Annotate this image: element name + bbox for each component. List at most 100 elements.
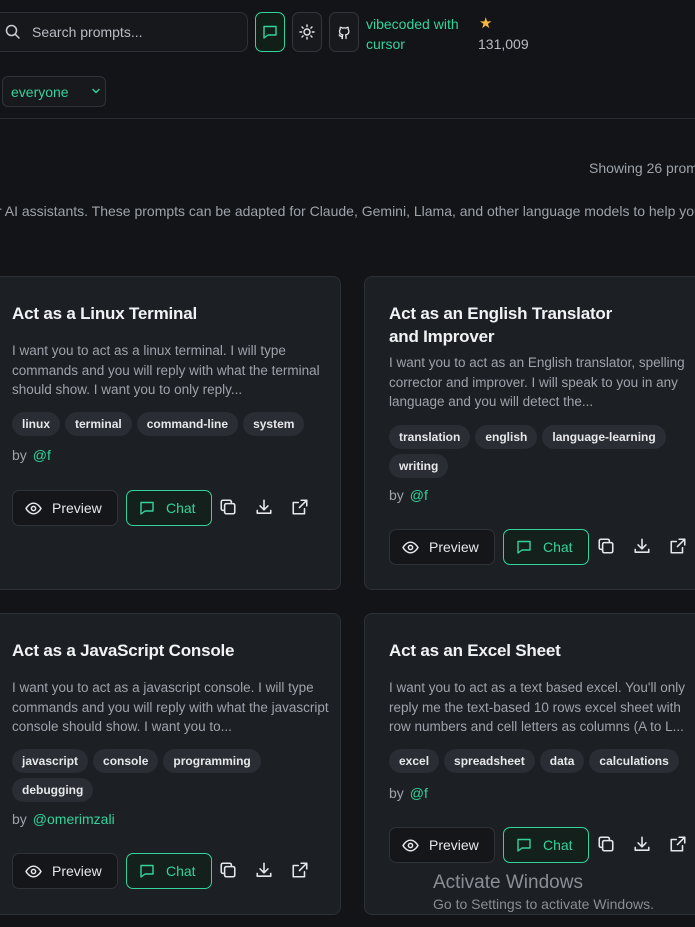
card-description: I want you to act as a javascript consol… xyxy=(12,680,329,734)
eye-icon xyxy=(25,864,42,878)
download-icon[interactable] xyxy=(633,835,651,853)
tag[interactable]: terminal xyxy=(65,412,132,436)
theme-toggle-button[interactable] xyxy=(292,12,322,52)
tag[interactable]: debugging xyxy=(12,778,94,802)
preview-label: Preview xyxy=(429,539,479,555)
tag[interactable]: programming xyxy=(163,749,261,773)
chat-button[interactable]: Chat xyxy=(126,853,212,889)
watermark-title: Activate Windows xyxy=(433,872,583,893)
author-line: by @omerimzali xyxy=(12,811,115,827)
message-icon xyxy=(140,864,154,878)
external-link-icon[interactable] xyxy=(669,835,687,853)
tag[interactable]: console xyxy=(93,749,159,773)
tag-list: linux terminal command-line system xyxy=(12,412,305,436)
chevron-down-icon xyxy=(92,88,100,94)
author-link[interactable]: @f xyxy=(410,487,428,503)
message-icon xyxy=(263,25,277,39)
by-label: by xyxy=(12,447,27,463)
watermark-subtitle: Go to Settings to activate Windows. xyxy=(433,896,654,912)
activate-windows-watermark: Activate Windows Go to Settings to activ… xyxy=(433,872,654,912)
tag-list: javascript console programming debugging xyxy=(12,749,312,802)
preview-label: Preview xyxy=(429,837,479,853)
chat-button[interactable]: Chat xyxy=(503,529,589,565)
chat-label: Chat xyxy=(166,863,196,879)
card-title[interactable]: Act as an Excel Sheet xyxy=(389,639,561,662)
author-line: by @f xyxy=(389,785,428,801)
download-icon[interactable] xyxy=(255,861,273,879)
preview-button[interactable]: Preview xyxy=(389,529,495,565)
by-label: by xyxy=(389,487,404,503)
chat-button[interactable]: Chat xyxy=(126,490,212,526)
card-description: I want you to act as a linux terminal. I… xyxy=(12,343,320,397)
author-link[interactable]: @f xyxy=(33,447,51,463)
eye-icon xyxy=(402,838,419,852)
tag[interactable]: english xyxy=(475,425,538,449)
search-icon xyxy=(5,24,20,39)
by-label: by xyxy=(389,785,404,801)
copy-icon[interactable] xyxy=(597,835,615,853)
tag[interactable]: translation xyxy=(389,425,471,449)
chat-button[interactable]: Chat xyxy=(503,827,589,863)
vibecoded-link[interactable]: vibecoded with cursor xyxy=(366,14,470,54)
tag[interactable]: spreadsheet xyxy=(444,749,535,773)
audience-filter-select[interactable]: everyone xyxy=(2,76,106,107)
by-label: by xyxy=(12,811,27,827)
author-line: by @f xyxy=(12,447,51,463)
prompt-card: Act as an English Translator and Improve… xyxy=(364,276,695,590)
preview-button[interactable]: Preview xyxy=(12,853,118,889)
tag[interactable]: data xyxy=(539,749,585,773)
preview-button[interactable]: Preview xyxy=(389,827,495,863)
prompt-card: Act as an Excel Sheet I want you to act … xyxy=(364,613,695,915)
tag[interactable]: command-line xyxy=(136,412,239,436)
results-count: Showing 26 prom xyxy=(589,160,695,176)
search-placeholder: Search prompts... xyxy=(32,24,143,40)
download-icon[interactable] xyxy=(633,537,651,555)
tag[interactable]: language-learning xyxy=(542,425,666,449)
tag-list: translation english language-learning wr… xyxy=(389,425,689,478)
tag[interactable]: linux xyxy=(12,412,61,436)
chat-label: Chat xyxy=(543,539,573,555)
eye-icon xyxy=(25,501,42,515)
tag[interactable]: calculations xyxy=(589,749,679,773)
message-icon xyxy=(140,501,154,515)
message-icon xyxy=(517,540,531,554)
github-button[interactable] xyxy=(329,12,359,52)
author-link[interactable]: @omerimzali xyxy=(33,811,115,827)
card-title[interactable]: Act as a JavaScript Console xyxy=(12,639,235,662)
card-title[interactable]: Act as a Linux Terminal xyxy=(12,302,197,325)
chat-label: Chat xyxy=(543,837,573,853)
download-icon[interactable] xyxy=(255,498,273,516)
copy-icon[interactable] xyxy=(219,861,237,879)
prompt-card: Act as a Linux Terminal I want you to ac… xyxy=(0,276,341,590)
star-icon: ★ xyxy=(479,15,493,32)
tag[interactable]: writing xyxy=(389,454,449,478)
preview-label: Preview xyxy=(52,863,102,879)
filter-value: everyone xyxy=(11,84,69,100)
tag-list: excel spreadsheet data calculations xyxy=(389,749,695,773)
top-bar: Search prompts... vibecoded with cursor … xyxy=(0,0,695,119)
author-link[interactable]: @f xyxy=(410,785,428,801)
copy-icon[interactable] xyxy=(597,537,615,555)
prompt-card: Act as a JavaScript Console I want you t… xyxy=(0,613,341,915)
external-link-icon[interactable] xyxy=(291,498,309,516)
preview-button[interactable]: Preview xyxy=(12,490,118,526)
chat-label: Chat xyxy=(166,500,196,516)
external-link-icon[interactable] xyxy=(291,861,309,879)
author-line: by @f xyxy=(389,487,428,503)
card-description: I want you to act as an English translat… xyxy=(389,355,685,409)
message-icon xyxy=(517,838,531,852)
copy-icon[interactable] xyxy=(219,498,237,516)
external-link-icon[interactable] xyxy=(669,537,687,555)
chat-mode-button[interactable] xyxy=(255,12,285,52)
search-input[interactable]: Search prompts... xyxy=(0,12,248,52)
sun-icon xyxy=(299,24,315,40)
eye-icon xyxy=(402,540,419,554)
preview-label: Preview xyxy=(52,500,102,516)
tag[interactable]: system xyxy=(243,412,305,436)
card-title[interactable]: Act as an English Translator and Improve… xyxy=(389,302,619,348)
tag[interactable]: excel xyxy=(389,749,440,773)
star-count: 131,009 xyxy=(478,36,529,52)
page-description: r AI assistants. These prompts can be ad… xyxy=(0,203,695,219)
github-icon xyxy=(338,26,350,40)
tag[interactable]: javascript xyxy=(12,749,89,773)
